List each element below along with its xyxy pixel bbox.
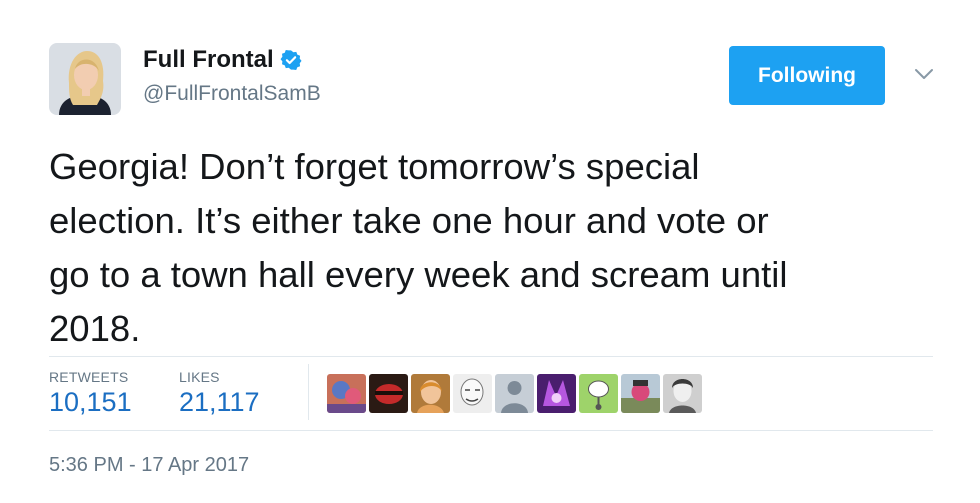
liker-avatar-5[interactable] (495, 374, 534, 413)
liker-avatar-3[interactable] (411, 374, 450, 413)
likes-stat[interactable]: LIKES 21,117 (179, 369, 260, 418)
user-handle[interactable]: @FullFrontalSamB (143, 82, 321, 106)
display-name[interactable]: Full Frontal (143, 46, 274, 74)
retweets-label: RETWEETS (49, 369, 129, 385)
liker-avatar-8[interactable] (621, 374, 660, 413)
retweets-count: 10,151 (49, 387, 132, 417)
tweet-timestamp[interactable]: 5:36 PM - 17 Apr 2017 (49, 454, 249, 477)
stats-separator (308, 364, 309, 420)
tweet-text: Georgia! Don’t forget tomorrow’s special… (49, 146, 788, 349)
likes-count: 21,117 (179, 387, 260, 417)
stats-divider-top (49, 356, 933, 357)
name-row: Full Frontal (143, 45, 302, 75)
tweet-card: Full Frontal @FullFrontalSamB Following … (0, 0, 980, 503)
profile-avatar[interactable] (49, 43, 121, 115)
retweets-stat[interactable]: RETWEETS 10,151 (49, 369, 132, 418)
following-button[interactable]: Following (729, 46, 885, 105)
liker-avatar-1[interactable] (327, 374, 366, 413)
liker-avatar-4[interactable] (453, 374, 492, 413)
liker-avatar-9[interactable] (663, 374, 702, 413)
liker-avatar-7[interactable] (579, 374, 618, 413)
verified-badge-icon (280, 49, 302, 71)
liker-avatar-2[interactable] (369, 374, 408, 413)
likers-avatars (327, 374, 702, 413)
likes-label: LIKES (179, 369, 220, 385)
chevron-down-icon[interactable] (912, 66, 936, 82)
stats-divider-bottom (49, 430, 933, 431)
liker-avatar-6[interactable] (537, 374, 576, 413)
